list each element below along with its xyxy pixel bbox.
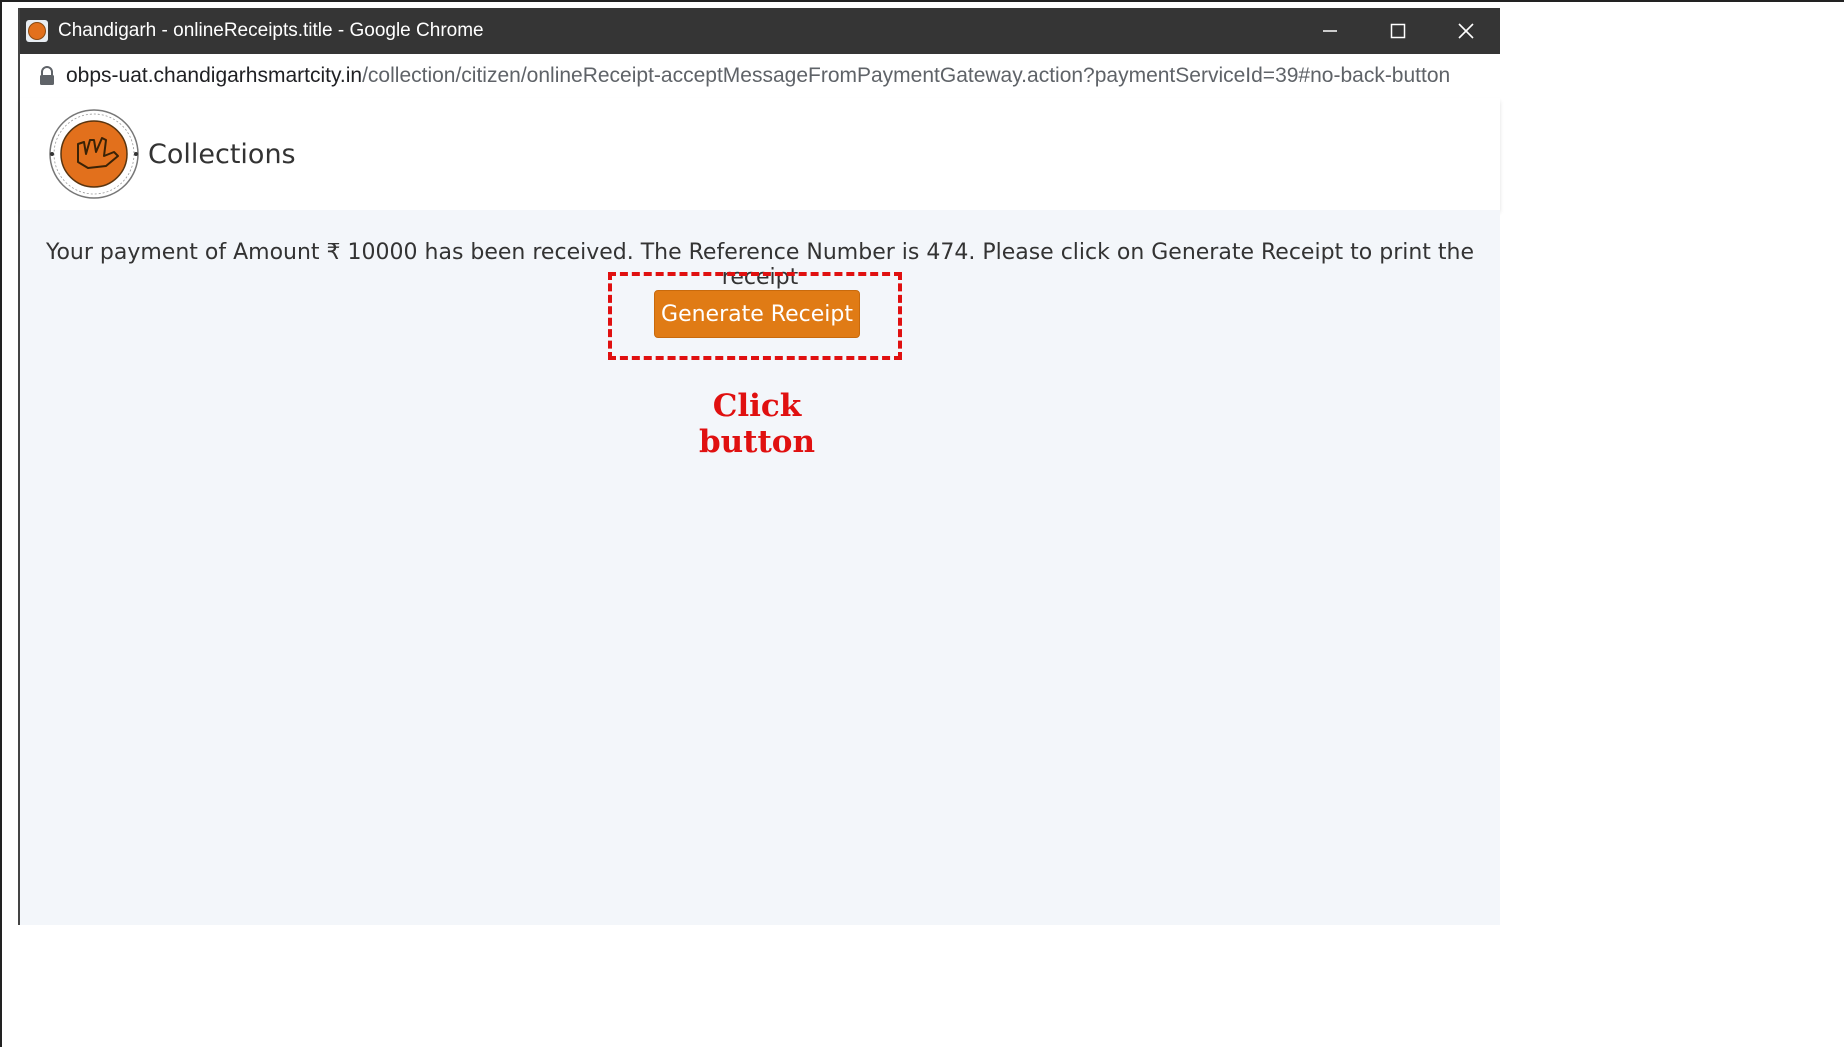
- maximize-icon: [1390, 23, 1406, 39]
- annotation-callout: Click button: [657, 388, 857, 460]
- app-header: Collections: [20, 98, 1500, 210]
- annotation-line-1: Click: [712, 388, 802, 424]
- close-button[interactable]: [1432, 8, 1500, 54]
- address-bar[interactable]: obps-uat.chandigarhsmartcity.in/collecti…: [20, 54, 1500, 99]
- window-title: Chandigarh - onlineReceipts.title - Goog…: [58, 20, 484, 41]
- minimize-button[interactable]: [1296, 8, 1364, 54]
- title-bar: Chandigarh - onlineReceipts.title - Goog…: [20, 8, 1500, 54]
- minimize-icon: [1323, 30, 1337, 32]
- annotation-line-2: button: [698, 424, 816, 460]
- slide-canvas: Chandigarh - onlineReceipts.title - Goog…: [0, 0, 1844, 1047]
- maximize-button[interactable]: [1364, 8, 1432, 54]
- chandigarh-emblem-icon: [49, 109, 139, 199]
- browser-window: Chandigarh - onlineReceipts.title - Goog…: [18, 8, 1500, 925]
- url-path: /collection/citizen/onlineReceipt-accept…: [362, 64, 1451, 87]
- window-controls: [1296, 8, 1500, 54]
- url-host: obps-uat.chandigarhsmartcity.in: [66, 64, 363, 87]
- url-text[interactable]: obps-uat.chandigarhsmartcity.in/collecti…: [66, 64, 1450, 88]
- annotation-highlight-box: [608, 272, 902, 360]
- app-title: Collections: [148, 138, 296, 170]
- lock-icon: [40, 66, 54, 85]
- favicon-icon: [26, 20, 48, 42]
- close-icon: [1458, 23, 1474, 39]
